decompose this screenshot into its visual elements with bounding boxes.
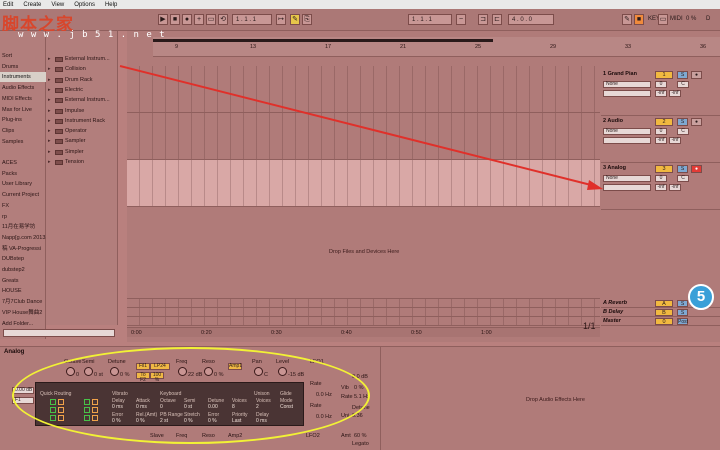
step-badge: 5	[688, 284, 714, 310]
annotation-arrow-icon	[119, 65, 603, 190]
